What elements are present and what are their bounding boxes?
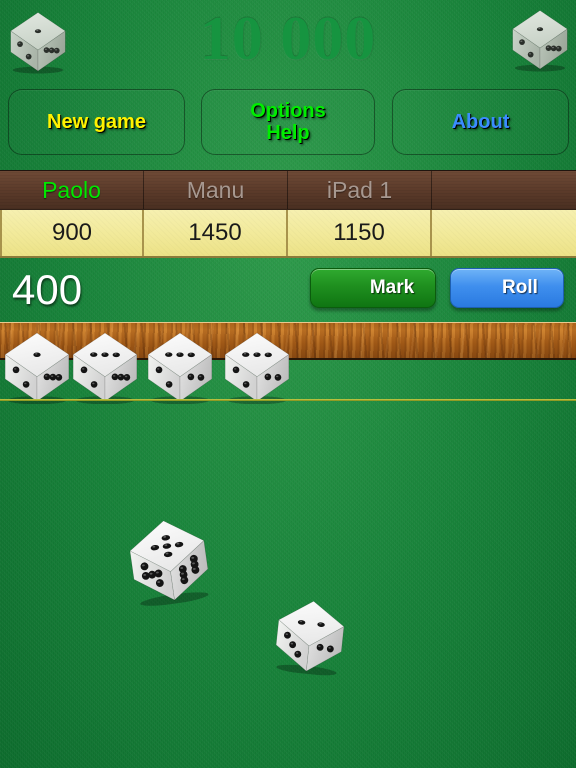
scoreboard-score-2: 1150 <box>288 210 432 256</box>
table-die-5[interactable] <box>122 512 215 609</box>
held-dice-tray <box>0 322 576 405</box>
scoreboard-value-row: 900 1450 1150 <box>0 210 576 258</box>
mark-label: Mark <box>369 277 415 298</box>
held-die-4[interactable] <box>222 330 292 405</box>
scoreboard-player-name-1[interactable]: Manu <box>144 171 288 209</box>
scoreboard: Paolo Manu iPad 1 900 1450 1150 <box>0 170 576 258</box>
new-game-label: New game <box>47 110 146 133</box>
dice-table-area <box>0 401 576 768</box>
scoreboard-score-1: 1450 <box>144 210 288 256</box>
scoreboard-header-row: Paolo Manu iPad 1 <box>0 170 576 210</box>
held-die-2[interactable] <box>70 330 140 405</box>
turn-score: 400 <box>12 266 83 313</box>
options-label: Options <box>250 99 326 122</box>
page-title: 10 000 <box>199 5 377 73</box>
turn-bar: 400 Mark Roll <box>0 258 576 321</box>
held-die-1[interactable] <box>2 330 72 405</box>
about-label: About <box>451 110 510 133</box>
scoreboard-score-0: 900 <box>0 210 144 256</box>
roll-label: Roll <box>502 277 538 298</box>
held-die-3[interactable] <box>145 330 215 405</box>
scoreboard-score-3 <box>432 210 576 256</box>
scoreboard-player-name-3[interactable] <box>432 171 576 209</box>
decorative-die-right <box>510 8 570 77</box>
decorative-die-left <box>8 10 68 79</box>
help-label: Help <box>266 122 310 144</box>
app-header: 10 000 New game Options Help About <box>0 0 576 166</box>
new-game-button[interactable]: New game <box>8 89 185 155</box>
table-die-6[interactable] <box>270 594 350 677</box>
scoreboard-player-name-0[interactable]: Paolo <box>0 171 144 209</box>
scoreboard-player-name-2[interactable]: iPad 1 <box>288 171 432 209</box>
roll-button[interactable]: Roll <box>450 268 564 308</box>
about-button[interactable]: About <box>392 89 569 155</box>
mark-button[interactable]: Mark <box>310 268 436 308</box>
options-help-button[interactable]: Options Help <box>201 89 375 155</box>
